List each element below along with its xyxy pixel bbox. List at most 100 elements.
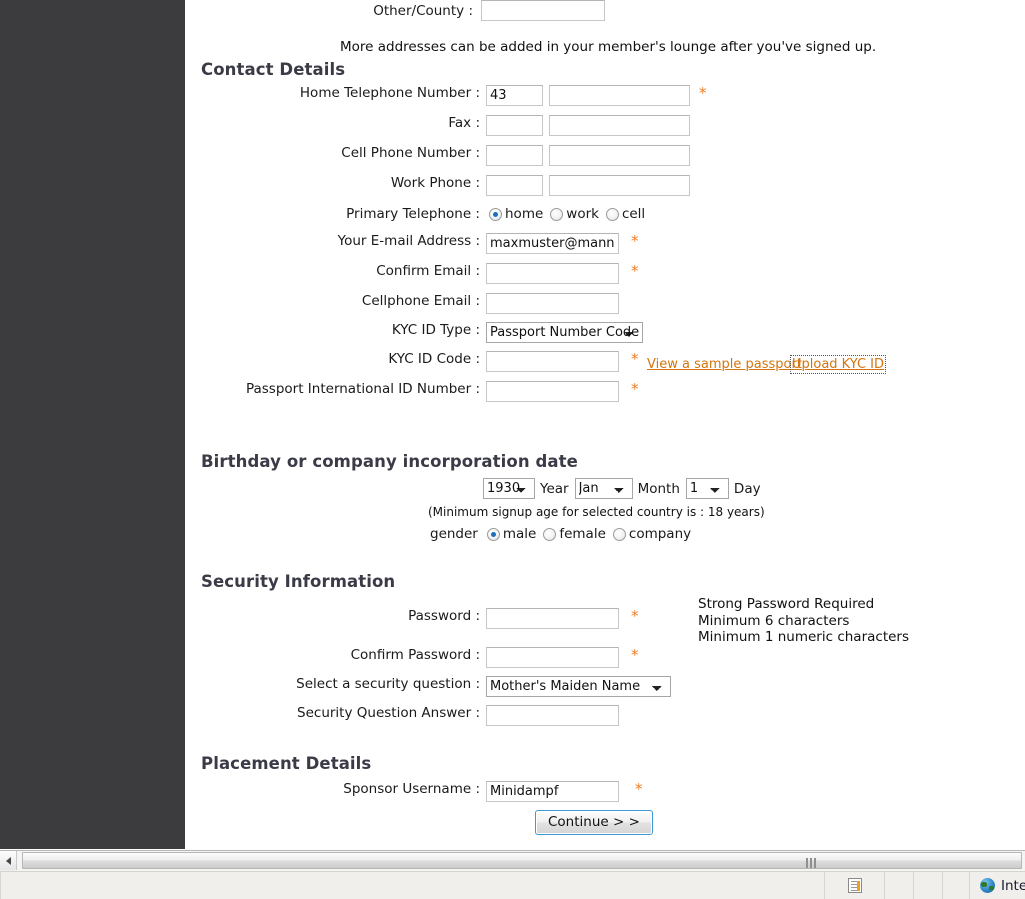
kyc-id-code-label: KYC ID Code : (388, 351, 480, 367)
gender-label: gender (430, 526, 478, 542)
continue-button[interactable]: Continue > > (535, 810, 653, 835)
status-cell-3 (942, 871, 969, 899)
radio-work-label: work (566, 206, 599, 222)
primary-telephone-label-wrap: Primary Telephone : (185, 206, 480, 222)
password-hints: Strong Password Required Minimum 6 chara… (698, 596, 909, 646)
cell-phone-number-input[interactable] (549, 145, 690, 166)
cellphone-email-label: Cellphone Email : (361, 293, 480, 309)
home-phone-number-input[interactable] (549, 85, 690, 106)
home-phone-label-wrap: Home Telephone Number : (185, 85, 480, 101)
status-cell-1 (884, 871, 913, 899)
cellphone-email-label-wrap: Cellphone Email : (185, 293, 480, 309)
email-input[interactable] (486, 233, 619, 254)
gender-option-company[interactable]: company (612, 526, 692, 542)
fax-label: Fax : (448, 115, 480, 131)
email-label-wrap: Your E-mail Address : (185, 233, 480, 249)
radio-male-icon[interactable] (486, 527, 500, 541)
gender-option-female[interactable]: female (543, 526, 606, 542)
password-required-star: * (631, 607, 639, 625)
radio-company-icon[interactable] (612, 527, 626, 541)
status-bar: Intern (0, 871, 1025, 899)
gender-option-male[interactable]: male (486, 526, 537, 542)
primary-telephone-radio-group: home work cell (489, 206, 652, 222)
fax-number-input[interactable] (549, 115, 690, 136)
confirm-password-label-wrap: Confirm Password : (185, 647, 480, 663)
horizontal-scrollbar[interactable] (0, 850, 1025, 871)
status-cell-2 (913, 871, 942, 899)
confirm-email-label-wrap: Confirm Email : (185, 263, 480, 279)
password-label-wrap: Password : (185, 608, 480, 624)
status-security-zone[interactable]: Intern (969, 871, 1025, 899)
kyc-id-code-input[interactable] (486, 351, 619, 372)
email-label: Your E-mail Address : (337, 233, 480, 249)
primary-telephone-option-work[interactable]: work (550, 206, 599, 222)
birth-month-select[interactable]: Jan (574, 478, 633, 499)
gender-row: gender male female company (430, 526, 698, 542)
scrollbar-thumb[interactable] (22, 852, 1022, 869)
password-hint-3: Minimum 1 numeric characters (698, 629, 909, 645)
confirm-email-required-star: * (631, 262, 639, 280)
password-input[interactable] (486, 608, 619, 629)
fax-code-input[interactable] (486, 115, 543, 136)
passport-international-id-input[interactable] (486, 381, 619, 402)
radio-cell-label: cell (621, 206, 646, 222)
view-sample-passport-link[interactable]: View a sample passport (647, 357, 802, 372)
kyc-id-type-select[interactable]: Passport Number Code (486, 322, 643, 343)
cell-phone-code-input[interactable] (486, 145, 543, 166)
radio-female-icon[interactable] (543, 527, 557, 541)
security-answer-label: Security Question Answer : (297, 705, 480, 721)
birthday-heading: Birthday or company incorporation date (201, 452, 578, 471)
security-answer-input[interactable] (486, 705, 619, 726)
primary-telephone-option-cell[interactable]: cell (605, 206, 646, 222)
work-phone-code-input[interactable] (486, 175, 543, 196)
cellphone-email-input[interactable] (486, 293, 619, 314)
birth-day-caption: Day (733, 480, 761, 497)
work-phone-label-wrap: Work Phone : (185, 175, 480, 191)
radio-company-label: company (628, 526, 692, 542)
security-information-heading: Security Information (201, 572, 396, 591)
birth-month-caption: Month (637, 480, 680, 497)
home-phone-label: Home Telephone Number : (299, 85, 480, 101)
triangle-left-icon (5, 856, 11, 865)
scrollbar-grip-icon (806, 858, 818, 868)
sponsor-username-input[interactable] (486, 781, 619, 802)
cell-phone-label-wrap: Cell Phone Number : (185, 145, 480, 161)
screen: Other/County : More addresses can be add… (0, 0, 1025, 899)
passport-intl-required-star: * (631, 380, 639, 398)
fax-label-wrap: Fax : (185, 115, 480, 131)
kyc-id-code-label-wrap: KYC ID Code : (185, 351, 480, 367)
upload-kyc-id-link[interactable]: Upload KYC ID (789, 355, 887, 374)
birth-year-select[interactable]: 1930 (483, 478, 535, 499)
radio-work-icon[interactable] (550, 207, 564, 221)
password-hint-2: Minimum 6 characters (698, 612, 850, 629)
status-message-area (0, 871, 824, 899)
home-phone-code-input[interactable] (486, 85, 543, 106)
confirm-email-input[interactable] (486, 263, 619, 284)
scrollbar-track[interactable] (17, 851, 1025, 871)
security-question-label-wrap: Select a security question : (185, 676, 480, 692)
scroll-left-arrow-button[interactable] (0, 851, 17, 870)
confirm-password-input[interactable] (486, 647, 619, 668)
status-document-icon-cell[interactable] (824, 871, 884, 899)
contact-details-heading: Contact Details (201, 60, 346, 79)
work-phone-label: Work Phone : (390, 175, 480, 191)
placement-details-heading: Placement Details (201, 754, 372, 773)
signup-form-page: Other/County : More addresses can be add… (185, 0, 1025, 849)
sponsor-required-star: * (635, 780, 643, 798)
home-phone-required-star: * (699, 84, 707, 102)
radio-home-icon[interactable] (489, 207, 502, 221)
confirm-password-label: Confirm Password : (350, 647, 480, 663)
radio-cell-icon[interactable] (605, 207, 619, 221)
primary-telephone-option-home[interactable]: home (489, 206, 543, 222)
document-icon (847, 878, 862, 893)
security-question-select[interactable]: Mother's Maiden Name (486, 676, 671, 697)
work-phone-number-input[interactable] (549, 175, 690, 196)
birthday-date-row: 1930 Year Jan Month 1 Day (483, 478, 761, 499)
kyc-id-code-required-star: * (631, 350, 639, 368)
confirm-password-required-star: * (631, 646, 639, 664)
radio-male-label: male (502, 526, 537, 542)
other-county-input[interactable] (481, 0, 605, 21)
birth-day-select[interactable]: 1 (685, 478, 729, 499)
more-addresses-note: More addresses can be added in your memb… (340, 39, 877, 55)
globe-icon (980, 878, 995, 893)
